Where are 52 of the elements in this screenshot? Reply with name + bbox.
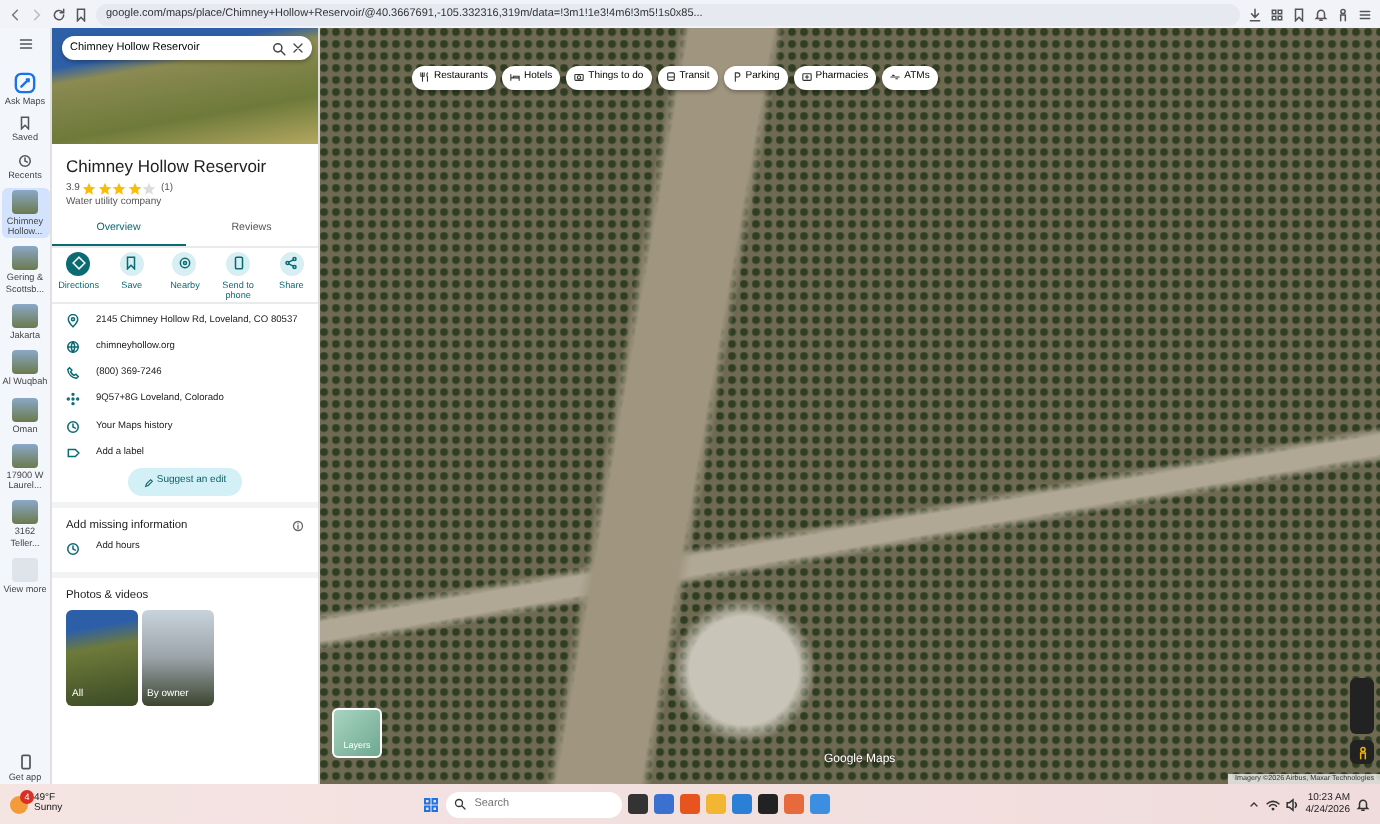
place-thumbnail bbox=[12, 397, 38, 422]
place-thumbnail bbox=[12, 246, 38, 271]
parking-icon bbox=[731, 72, 742, 83]
menu-icon bbox=[17, 36, 33, 52]
close-icon[interactable] bbox=[292, 42, 304, 54]
bus-icon bbox=[665, 72, 676, 83]
save-icon bbox=[124, 256, 139, 271]
food-icon bbox=[420, 72, 430, 83]
notification-icon[interactable] bbox=[1356, 797, 1370, 811]
directions-icon bbox=[71, 256, 86, 271]
info-icon[interactable] bbox=[292, 520, 304, 533]
pencil-icon bbox=[143, 477, 154, 488]
place-thumbnail bbox=[12, 350, 38, 375]
atm-icon bbox=[890, 72, 901, 83]
back-icon[interactable] bbox=[8, 7, 22, 21]
wifi-icon[interactable] bbox=[1265, 797, 1280, 811]
history-icon bbox=[18, 153, 32, 168]
nearby-icon bbox=[177, 256, 192, 271]
street-view-button[interactable] bbox=[1350, 740, 1374, 764]
place-thumbnail bbox=[12, 443, 38, 468]
place-thumbnail bbox=[12, 303, 38, 328]
ask-maps-icon bbox=[14, 72, 36, 94]
place-thumbnail bbox=[12, 189, 38, 214]
download-icon[interactable] bbox=[1248, 7, 1262, 21]
search-icon bbox=[454, 798, 467, 810]
phone-icon bbox=[66, 366, 80, 381]
clock-icon bbox=[66, 541, 80, 556]
share-icon bbox=[284, 256, 299, 271]
pharmacy-icon bbox=[801, 72, 812, 83]
bookmark-icon[interactable] bbox=[74, 7, 88, 21]
volume-icon[interactable] bbox=[1285, 797, 1300, 811]
profile-icon[interactable] bbox=[1336, 7, 1350, 21]
bookmark-icon bbox=[18, 116, 32, 131]
camera-icon bbox=[574, 72, 585, 83]
globe-icon bbox=[66, 340, 80, 355]
location-pin-icon bbox=[66, 313, 80, 328]
phone-icon bbox=[17, 753, 33, 770]
history-icon bbox=[66, 419, 80, 434]
bed-icon bbox=[509, 72, 520, 83]
reload-icon[interactable] bbox=[52, 7, 66, 21]
label-icon bbox=[66, 445, 80, 460]
place-title: Chimney Hollow Reservoir bbox=[66, 154, 269, 180]
search-icon[interactable] bbox=[272, 41, 286, 55]
place-thumbnail bbox=[12, 500, 38, 525]
extensions-icon[interactable] bbox=[1270, 7, 1284, 21]
start-icon[interactable] bbox=[422, 795, 441, 813]
menu-icon[interactable] bbox=[1358, 7, 1372, 21]
person-icon bbox=[1355, 745, 1369, 759]
plus-code-icon bbox=[66, 392, 80, 407]
phone-icon bbox=[231, 256, 246, 271]
chevron-up-icon[interactable] bbox=[1247, 798, 1260, 810]
notification-icon[interactable] bbox=[1314, 7, 1328, 21]
